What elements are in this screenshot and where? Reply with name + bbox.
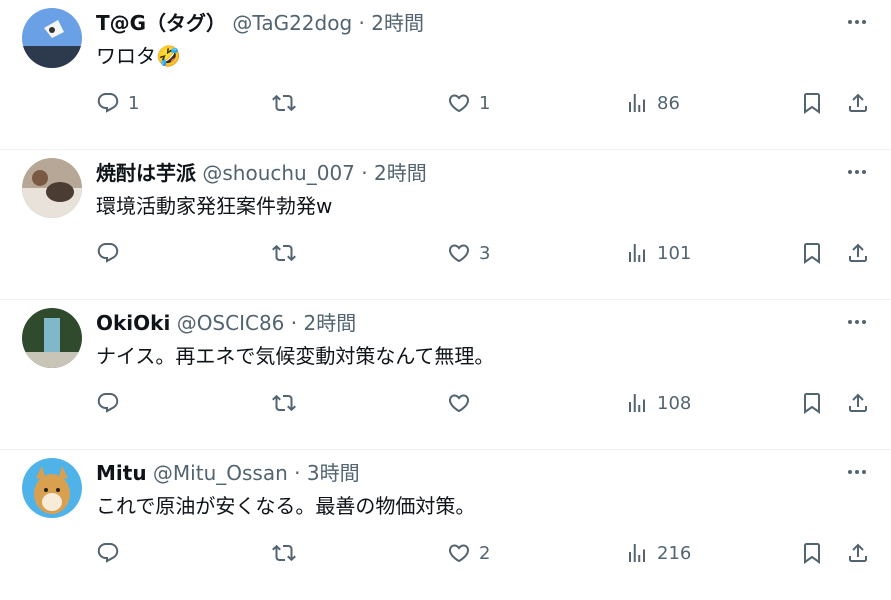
views-button[interactable]: 108 bbox=[625, 391, 691, 415]
view-count: 108 bbox=[657, 392, 692, 414]
share-icon bbox=[849, 93, 867, 112]
bookmark-button[interactable] bbox=[800, 541, 824, 565]
separator-dot: · bbox=[290, 311, 298, 335]
like-count: 2 bbox=[479, 542, 491, 564]
bookmark-icon bbox=[804, 93, 820, 114]
avatar[interactable] bbox=[22, 308, 82, 368]
like-count: 3 bbox=[479, 242, 491, 264]
display-name[interactable]: Mitu bbox=[96, 461, 147, 485]
timestamp[interactable]: 2時間 bbox=[303, 311, 356, 335]
view-count: 101 bbox=[657, 242, 692, 264]
reply-button[interactable] bbox=[96, 391, 128, 415]
retweet-icon bbox=[272, 394, 296, 412]
reply-icon bbox=[97, 393, 119, 413]
like-count: 1 bbox=[479, 92, 491, 114]
tweet-header: 焼酎は芋派 @shouchu_007 · 2時間 bbox=[96, 159, 427, 187]
share-icon bbox=[849, 393, 867, 412]
more-icon[interactable] bbox=[843, 160, 871, 184]
action-bar: 108 bbox=[0, 391, 891, 421]
timestamp[interactable]: 2時間 bbox=[374, 161, 427, 185]
display-name[interactable]: OkiOki bbox=[96, 311, 170, 335]
reply-count: 1 bbox=[128, 92, 140, 114]
user-handle[interactable]: @OSCIC86 bbox=[177, 311, 285, 335]
reply-button[interactable]: 1 bbox=[96, 91, 139, 115]
avatar[interactable] bbox=[22, 158, 82, 218]
like-button[interactable] bbox=[447, 391, 479, 415]
more-icon[interactable] bbox=[843, 10, 871, 34]
heart-icon bbox=[448, 394, 470, 413]
views-icon bbox=[629, 244, 645, 262]
heart-icon bbox=[448, 544, 470, 563]
tweet-header: OkiOki @OSCIC86 · 2時間 bbox=[96, 309, 356, 337]
bookmark-icon bbox=[804, 243, 820, 264]
reply-icon bbox=[97, 93, 119, 113]
separator-dot: · bbox=[358, 11, 365, 35]
retweet-button[interactable] bbox=[272, 241, 304, 265]
views-icon bbox=[629, 544, 645, 562]
like-button[interactable]: 2 bbox=[447, 541, 490, 565]
bookmark-icon bbox=[804, 393, 820, 414]
separator-dot: · bbox=[361, 161, 368, 185]
tweet-text: 環境活動家発狂案件勃発w bbox=[96, 194, 333, 218]
share-button[interactable] bbox=[846, 241, 870, 265]
bookmark-button[interactable] bbox=[800, 391, 824, 415]
action-bar: 3 101 bbox=[0, 241, 891, 271]
views-icon bbox=[629, 394, 645, 412]
retweet-button[interactable] bbox=[272, 91, 304, 115]
tweet-text: これで原油が安くなる。最善の物価対策。 bbox=[96, 494, 476, 518]
heart-icon bbox=[448, 244, 470, 263]
tweet-text: ワロタ🤣 bbox=[96, 44, 181, 68]
retweet-button[interactable] bbox=[272, 391, 304, 415]
reply-button[interactable] bbox=[96, 541, 128, 565]
views-icon bbox=[629, 94, 645, 112]
tweet-header: Mitu @Mitu_Ossan · 3時間 bbox=[96, 459, 360, 487]
tweet-text: ナイス。再エネで気候変動対策なんて無理。 bbox=[96, 344, 495, 368]
tweet[interactable]: OkiOki @OSCIC86 · 2時間 ナイス。再エネで気候変動対策なんて無… bbox=[0, 300, 891, 450]
more-icon[interactable] bbox=[843, 310, 871, 334]
views-button[interactable]: 86 bbox=[625, 91, 680, 115]
retweet-icon bbox=[272, 244, 296, 262]
reply-icon bbox=[97, 243, 119, 263]
tweet[interactable]: 焼酎は芋派 @shouchu_007 · 2時間 環境活動家発狂案件勃発w 3 … bbox=[0, 150, 891, 300]
action-bar: 2 216 bbox=[0, 541, 891, 571]
separator-dot: · bbox=[294, 461, 301, 485]
like-button[interactable]: 3 bbox=[447, 241, 490, 265]
bookmark-button[interactable] bbox=[800, 91, 824, 115]
tweet[interactable]: T@G（タグ） @TaG22dog · 2時間 ワロタ🤣 1 1 86 bbox=[0, 0, 891, 150]
views-button[interactable]: 216 bbox=[625, 541, 691, 565]
bookmark-icon bbox=[804, 543, 820, 564]
reply-icon bbox=[97, 543, 119, 563]
timestamp[interactable]: 3時間 bbox=[307, 461, 360, 485]
like-button[interactable]: 1 bbox=[447, 91, 490, 115]
retweet-icon bbox=[272, 544, 296, 562]
display-name[interactable]: T@G（タグ） bbox=[96, 11, 226, 35]
timestamp[interactable]: 2時間 bbox=[371, 11, 424, 35]
view-count: 86 bbox=[657, 92, 680, 114]
tweet-header: T@G（タグ） @TaG22dog · 2時間 bbox=[96, 9, 424, 37]
heart-icon bbox=[448, 94, 470, 113]
display-name[interactable]: 焼酎は芋派 bbox=[96, 161, 196, 185]
retweet-button[interactable] bbox=[272, 541, 304, 565]
reply-button[interactable] bbox=[96, 241, 128, 265]
user-handle[interactable]: @shouchu_007 bbox=[202, 161, 355, 185]
share-icon bbox=[849, 243, 867, 262]
share-button[interactable] bbox=[846, 541, 870, 565]
avatar[interactable] bbox=[22, 458, 82, 518]
bookmark-button[interactable] bbox=[800, 241, 824, 265]
views-button[interactable]: 101 bbox=[625, 241, 691, 265]
view-count: 216 bbox=[657, 542, 692, 564]
retweet-icon bbox=[272, 94, 296, 112]
action-bar: 1 1 86 bbox=[0, 91, 891, 121]
user-handle[interactable]: @Mitu_Ossan bbox=[153, 461, 288, 485]
user-handle[interactable]: @TaG22dog bbox=[232, 11, 352, 35]
more-icon[interactable] bbox=[843, 460, 871, 484]
tweet[interactable]: Mitu @Mitu_Ossan · 3時間 これで原油が安くなる。最善の物価対… bbox=[0, 450, 891, 600]
avatar[interactable] bbox=[22, 8, 82, 68]
share-icon bbox=[849, 543, 867, 562]
share-button[interactable] bbox=[846, 91, 870, 115]
share-button[interactable] bbox=[846, 391, 870, 415]
